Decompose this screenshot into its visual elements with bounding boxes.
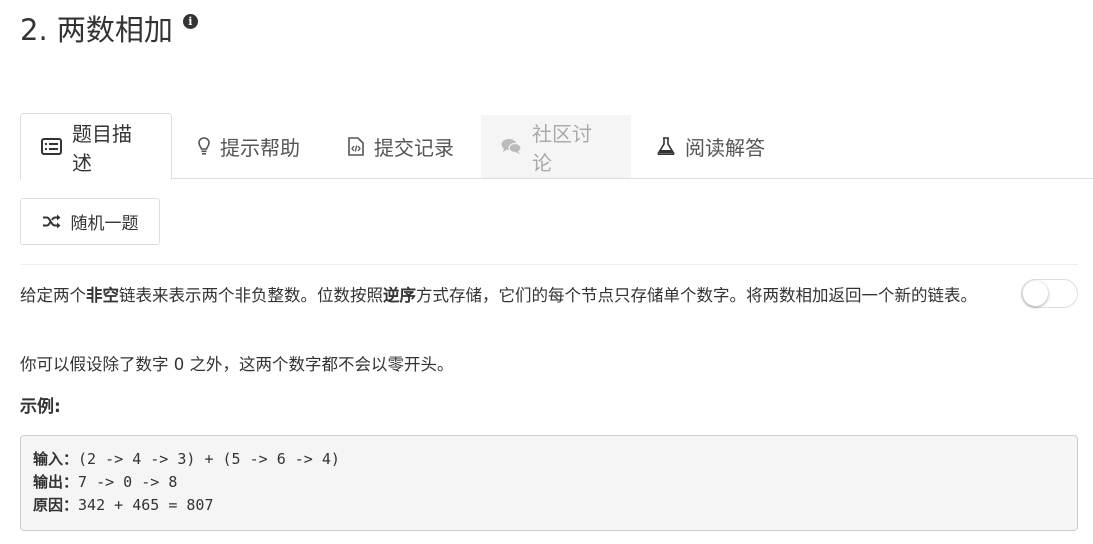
toggle-switch[interactable] [1021, 279, 1078, 308]
example-value: 342 + 465 = 807 [78, 496, 214, 514]
example-key: 原因： [33, 496, 79, 514]
random-question-label: 随机一题 [70, 214, 139, 234]
example-heading: 示例: [20, 397, 61, 417]
problem-header: 2. 两数相加 i [20, 8, 198, 52]
page-title: 2. 两数相加 [20, 13, 173, 47]
description-emphasis: 非空 [86, 286, 119, 305]
code-file-icon [348, 136, 364, 156]
example-output-line: 输出：7 -> 0 -> 8 [33, 471, 1065, 494]
tab-bar: 题目描述 提示帮助 提交记录 社区讨论 阅读解答 [20, 113, 1093, 180]
tab-label: 阅读解答 [685, 135, 765, 160]
example-reason-line: 原因：342 + 465 = 807 [33, 494, 1065, 517]
example-code-block: 输入：(2 -> 4 -> 3) + (5 -> 6 -> 4) 输出：7 ->… [20, 435, 1078, 531]
example-input-line: 输入：(2 -> 4 -> 3) + (5 -> 6 -> 4) [33, 448, 1065, 471]
tab-label: 提交记录 [374, 135, 454, 160]
tab-solution[interactable]: 阅读解答 [637, 113, 807, 179]
tab-label: 社区讨论 [532, 121, 592, 175]
flask-icon [657, 137, 675, 155]
divider [20, 264, 1078, 265]
example-key: 输出： [33, 473, 79, 491]
info-circle-icon[interactable]: i [182, 14, 198, 29]
shuffle-icon [42, 214, 61, 229]
description-text: 方式存储，它们的每个节点只存储单个数字。将两数相加返回一个新的链表。 [416, 286, 977, 305]
description-note: 你可以假设除了数字 0 之外，这两个数字都不会以零开头。 [20, 355, 454, 374]
list-alt-icon [41, 138, 62, 155]
tab-hints[interactable]: 提示帮助 [178, 113, 326, 179]
description-emphasis: 逆序 [383, 286, 416, 305]
random-question-button[interactable]: 随机一题 [20, 198, 160, 245]
toggle-knob [1023, 281, 1048, 306]
description-text: 链表来表示两个非负整数。位数按照 [119, 286, 383, 305]
tab-submissions[interactable]: 提交记录 [328, 113, 482, 179]
tab-label: 提示帮助 [220, 135, 300, 160]
problem-description: 给定两个非空链表来表示两个非负整数。位数按照逆序方式存储，它们的每个节点只存储单… [20, 281, 1010, 310]
tab-label: 题目描述 [72, 121, 132, 175]
comments-icon [501, 138, 522, 155]
example-value: 7 -> 0 -> 8 [78, 473, 178, 491]
description-text: 给定两个 [20, 286, 86, 305]
example-value: (2 -> 4 -> 3) + (5 -> 6 -> 4) [78, 450, 340, 468]
lightbulb-icon [198, 137, 210, 155]
tab-discuss[interactable]: 社区讨论 [481, 115, 631, 178]
example-key: 输入： [33, 450, 79, 468]
tab-description[interactable]: 题目描述 [20, 113, 172, 180]
